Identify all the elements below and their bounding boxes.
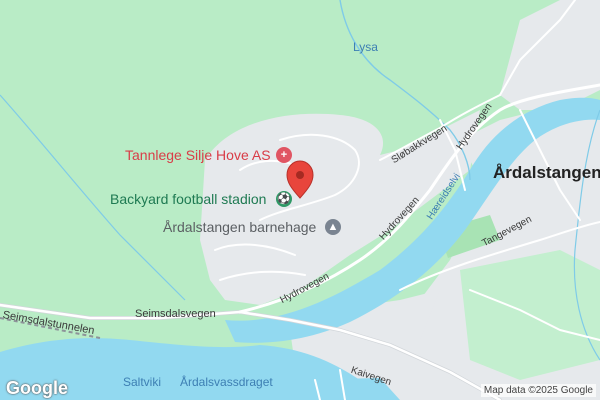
dentist-icon[interactable]: + (276, 147, 292, 163)
poi-label-stadium[interactable]: Backyard football stadion (110, 192, 266, 206)
poi-label-kindergarten[interactable]: Årdalstangen barnehage (163, 220, 316, 234)
map-attribution[interactable]: Map data ©2025 Google (480, 384, 596, 397)
map-canvas[interactable] (0, 0, 600, 400)
google-logo: Google (6, 378, 68, 398)
road-label-seimsdalsvegen: Seimsdalsvegen (135, 308, 216, 320)
poi-label-dentist[interactable]: Tannlege Silje Hove AS (125, 148, 271, 162)
stadium-icon[interactable]: ⚽ (276, 191, 292, 207)
place-label-fjord: Årdalsvassdraget (180, 375, 273, 389)
stream-label-lysa: Lysa (353, 40, 378, 54)
town-label[interactable]: Årdalstangen (493, 164, 600, 181)
school-icon[interactable]: ▲ (325, 219, 341, 235)
place-label-saltviki: Saltviki (123, 375, 162, 389)
